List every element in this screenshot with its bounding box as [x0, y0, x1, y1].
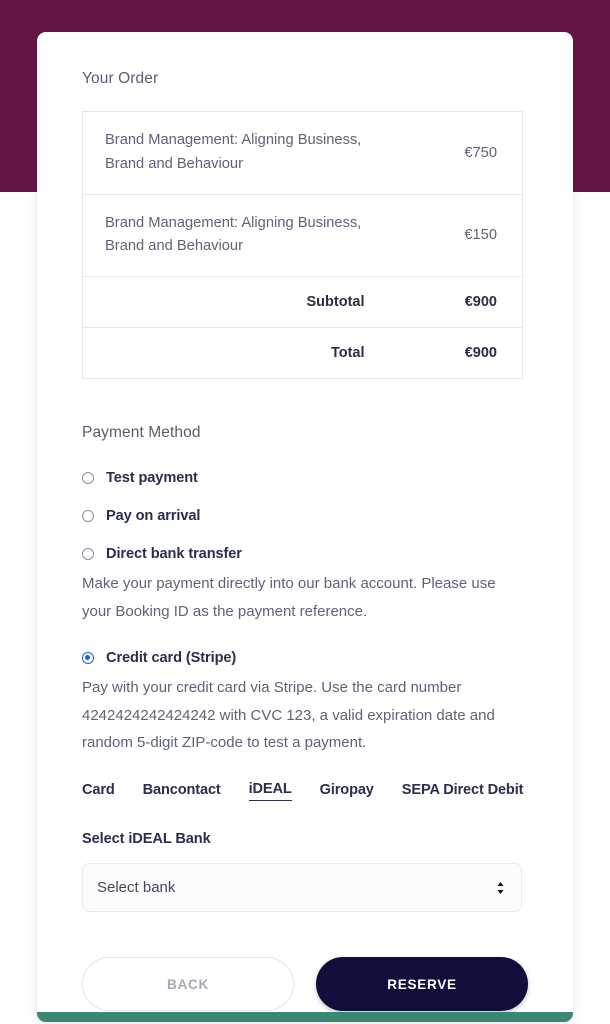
your-order-heading: Your Order — [82, 70, 159, 87]
chevron-up-down-icon — [496, 881, 505, 895]
payment-option-pay-on-arrival[interactable]: Pay on arrival — [82, 508, 528, 524]
subtotal-label: Subtotal — [306, 294, 365, 311]
order-item-price: €750 — [464, 144, 497, 161]
order-item-name: Brand Management: Aligning Business, Bra… — [105, 132, 362, 172]
table-row: Brand Management: Aligning Business, Bra… — [82, 112, 523, 195]
bank-select-dropdown[interactable]: Select bank — [82, 863, 522, 912]
payment-option-test-payment[interactable]: Test payment — [82, 470, 528, 486]
radio-icon[interactable] — [82, 510, 94, 523]
checkout-card-content: Your Order Brand Management: Aligning Bu… — [37, 32, 573, 1022]
tab-sepa-direct-debit[interactable]: SEPA Direct Debit — [402, 782, 524, 801]
payment-option-label: Direct bank transfer — [106, 546, 242, 563]
order-item-name: Brand Management: Aligning Business, Bra… — [105, 214, 362, 255]
tab-giropay[interactable]: Giropay — [320, 782, 374, 801]
radio-icon[interactable] — [82, 548, 94, 561]
total-label: Total — [330, 345, 365, 362]
back-button[interactable]: BACK — [82, 957, 294, 1011]
table-row: Brand Management: Aligning Business, Bra… — [82, 194, 523, 277]
bank-select-value: Select bank — [97, 879, 176, 896]
tab-card[interactable]: Card — [82, 782, 115, 801]
card-accent-bar — [37, 1012, 573, 1022]
credit-card-stripe-description: Pay with your credit card via Stripe. Us… — [82, 678, 495, 752]
stripe-payment-tabs: Card Bancontact iDEAL Giropay SEPA Direc… — [82, 781, 528, 801]
payment-option-direct-bank-transfer[interactable]: Direct bank transfer — [82, 546, 528, 562]
payment-option-label: Pay on arrival — [106, 508, 201, 525]
tab-bancontact[interactable]: Bancontact — [143, 782, 221, 801]
bank-select-label: Select iDEAL Bank — [82, 831, 211, 847]
direct-bank-transfer-description: Make your payment directly into our bank… — [82, 575, 496, 620]
radio-icon[interactable] — [82, 472, 94, 485]
table-row-subtotal: Subtotal €900 — [82, 277, 523, 328]
payment-option-label: Credit card (Stripe) — [106, 649, 237, 666]
table-row-total: Total €900 — [83, 328, 523, 379]
payment-option-label: Test payment — [106, 470, 198, 487]
payment-method-heading: Payment Method — [82, 424, 201, 442]
order-item-price: €150 — [464, 227, 497, 244]
action-buttons: BACK RESERVE — [82, 957, 528, 1011]
radio-icon-selected[interactable] — [82, 651, 94, 664]
subtotal-value: €900 — [464, 294, 497, 311]
payment-option-credit-card-stripe[interactable]: Credit card (Stripe) — [82, 650, 528, 666]
tab-ideal[interactable]: iDEAL — [248, 781, 292, 801]
checkout-card: Your Order Brand Management: Aligning Bu… — [37, 32, 573, 1022]
reserve-button[interactable]: RESERVE — [316, 957, 528, 1011]
total-value: €900 — [464, 345, 497, 362]
order-summary-table: Brand Management: Aligning Business, Bra… — [82, 111, 523, 380]
